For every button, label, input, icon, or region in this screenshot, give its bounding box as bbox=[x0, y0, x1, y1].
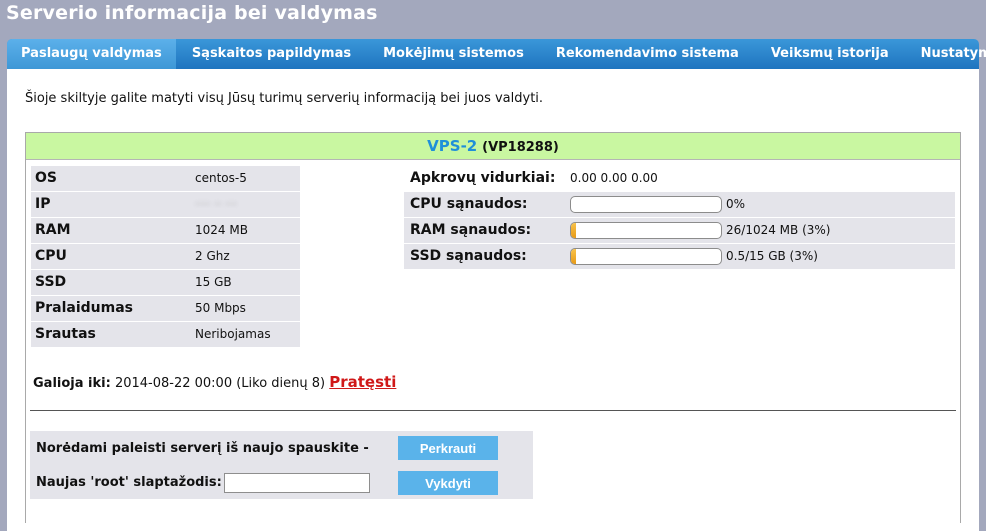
window-edge bbox=[979, 69, 986, 531]
usage-label: SSD sąnaudos: bbox=[410, 248, 527, 264]
usage-label: RAM sąnaudos: bbox=[410, 222, 532, 238]
spec-row-traffic: Srautas Neribojamas bbox=[31, 322, 300, 347]
spec-row-bandwidth: Pralaidumas 50 Mbps bbox=[31, 296, 300, 321]
usage-bar-fill bbox=[571, 223, 576, 238]
spec-value-redacted: ···· ·· ··· bbox=[195, 197, 237, 211]
tab-mokejimu-sistemos[interactable]: Mokėjimų sistemos bbox=[367, 39, 540, 69]
expiry-value: 2014-08-22 00:00 (Liko dienų 8) bbox=[114, 376, 326, 391]
spec-value: centos-5 bbox=[195, 171, 247, 185]
tab-rekomendavimo-sistema[interactable]: Rekomendavimo sistema bbox=[540, 39, 755, 69]
server-code: (VP18288) bbox=[482, 140, 559, 155]
spec-value: Neribojamas bbox=[195, 327, 271, 341]
expiry-info: Galioja iki: 2014-08-22 00:00 (Liko dien… bbox=[33, 373, 396, 391]
load-average-label: Apkrovų vidurkiai: bbox=[410, 170, 556, 186]
spec-label: OS bbox=[35, 170, 57, 186]
content-area: Šioje skiltyje galite matyti visų Jūsų t… bbox=[7, 69, 979, 531]
divider bbox=[30, 410, 956, 411]
ssd-usage-row: SSD sąnaudos: 0.5/15 GB (3%) bbox=[404, 244, 955, 269]
usage-text: 0% bbox=[726, 197, 746, 211]
tab-saskaitos-papildymas[interactable]: Sąskaitos papildymas bbox=[176, 39, 367, 69]
usage-text: 26/1024 MB (3%) bbox=[726, 223, 831, 237]
spec-label: IP bbox=[35, 196, 51, 212]
spec-row-ram: RAM 1024 MB bbox=[31, 218, 300, 243]
main-tabs: Paslaugų valdymas Sąskaitos papildymas M… bbox=[7, 39, 986, 69]
spec-label: Srautas bbox=[35, 326, 96, 342]
root-password-input[interactable] bbox=[224, 473, 370, 493]
server-usage: Apkrovų vidurkiai: 0.00 0.00 0.00 CPU są… bbox=[404, 166, 955, 270]
restart-label: Norėdami paleisti serverį iš naujo spaus… bbox=[36, 441, 369, 456]
load-average-row: Apkrovų vidurkiai: 0.00 0.00 0.00 bbox=[404, 166, 955, 191]
spec-row-ssd: SSD 15 GB bbox=[31, 270, 300, 295]
spec-row-os: OS centos-5 bbox=[31, 166, 300, 191]
load-average-value: 0.00 0.00 0.00 bbox=[570, 171, 658, 185]
ram-usage-row: RAM sąnaudos: 26/1024 MB (3%) bbox=[404, 218, 955, 243]
spec-value: 15 GB bbox=[195, 275, 232, 289]
ram-usage-bar bbox=[570, 222, 722, 239]
cpu-usage-row: CPU sąnaudos: 0% bbox=[404, 192, 955, 217]
ssd-usage-bar bbox=[570, 248, 722, 265]
spec-value: 2 Ghz bbox=[195, 249, 230, 263]
expiry-label: Galioja iki: bbox=[33, 376, 111, 391]
cpu-usage-bar bbox=[570, 196, 722, 213]
server-actions: Norėdami paleisti serverį iš naujo spaus… bbox=[30, 431, 533, 499]
spec-label: RAM bbox=[35, 222, 71, 238]
usage-label: CPU sąnaudos: bbox=[410, 196, 528, 212]
server-header: VPS-2 (VP18288) bbox=[26, 133, 960, 160]
spec-label: CPU bbox=[35, 248, 67, 264]
usage-text: 0.5/15 GB (3%) bbox=[726, 249, 818, 263]
spec-value: 1024 MB bbox=[195, 223, 248, 237]
server-specs: OS centos-5 IP ···· ·· ··· RAM 1024 MB C… bbox=[31, 166, 300, 348]
server-panel: VPS-2 (VP18288) OS centos-5 IP ···· ·· ·… bbox=[25, 132, 961, 523]
page-title: Serverio informacija bei valdymas bbox=[6, 2, 378, 24]
intro-text: Šioje skiltyje galite matyti visų Jūsų t… bbox=[25, 91, 544, 106]
renew-link[interactable]: Pratęsti bbox=[329, 373, 396, 391]
spec-row-cpu: CPU 2 Ghz bbox=[31, 244, 300, 269]
root-password-label: Naujas 'root' slaptažodis: bbox=[36, 475, 222, 490]
tab-nustatymai[interactable]: Nustatymai bbox=[905, 39, 986, 69]
server-name: VPS-2 bbox=[427, 137, 478, 155]
usage-bar-fill bbox=[571, 249, 576, 264]
execute-button[interactable]: Vykdyti bbox=[398, 471, 498, 495]
spec-value: 50 Mbps bbox=[195, 301, 246, 315]
restart-button[interactable]: Perkrauti bbox=[398, 436, 498, 460]
spec-row-ip: IP ···· ·· ··· bbox=[31, 192, 300, 217]
tab-veiksmu-istorija[interactable]: Veiksmų istorija bbox=[755, 39, 905, 69]
spec-label: Pralaidumas bbox=[35, 300, 134, 316]
spec-label: SSD bbox=[35, 274, 67, 290]
tab-paslaugu-valdymas[interactable]: Paslaugų valdymas bbox=[7, 39, 176, 69]
